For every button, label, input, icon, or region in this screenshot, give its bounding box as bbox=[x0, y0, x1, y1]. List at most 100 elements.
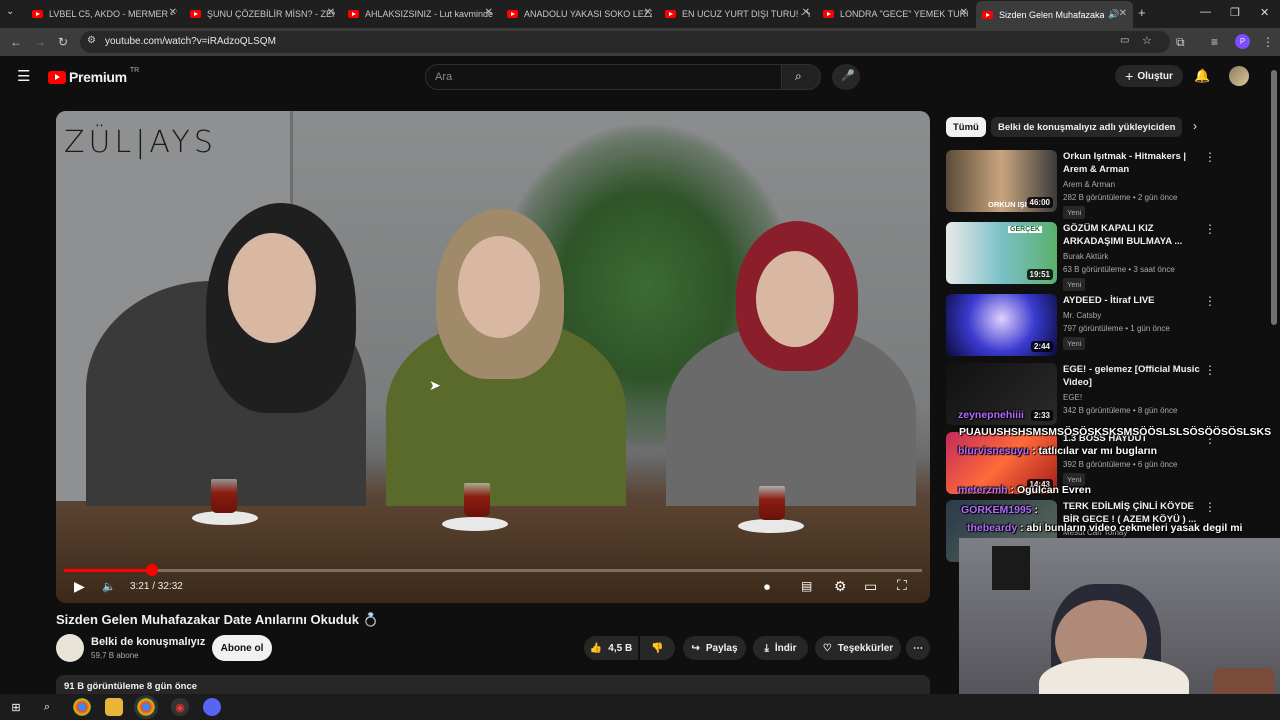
url-text: youtube.com/watch?v=iRAdzoQLSQM bbox=[105, 36, 276, 47]
tea-glass bbox=[759, 486, 785, 520]
notifications-bell-icon[interactable]: 🔔 bbox=[1194, 68, 1210, 84]
video-progress-bar[interactable] bbox=[64, 564, 922, 576]
dislike-button[interactable]: 👎 bbox=[640, 636, 675, 660]
close-tab-icon[interactable]: ✕ bbox=[960, 7, 968, 18]
fullscreen-icon[interactable]: ⛶ bbox=[897, 577, 907, 594]
share-button[interactable]: ↪ Paylaş bbox=[683, 636, 746, 660]
chat-message: meterzmh : Ogulcan Evren bbox=[958, 484, 1092, 496]
youtube-premium-logo[interactable]: Premium TR bbox=[48, 67, 139, 85]
youtube-favicon-icon bbox=[507, 10, 518, 18]
bookmark-star-icon[interactable]: ☆ bbox=[1142, 34, 1152, 47]
browser-tab[interactable]: LONDRA "GECE" YEMEK TURU! ✕ bbox=[823, 4, 968, 24]
page-scrollbar[interactable] bbox=[1271, 70, 1277, 325]
video-options-kebab-icon[interactable]: ⋮ bbox=[1204, 294, 1216, 308]
microphone-icon: 🎤 bbox=[841, 70, 855, 82]
download-button[interactable]: ⤓ İndir bbox=[753, 636, 808, 660]
account-avatar[interactable] bbox=[1229, 66, 1249, 86]
video-options-kebab-icon[interactable]: ⋮ bbox=[1204, 500, 1216, 514]
chat-message: PUAUUSHSHSMSMSÖSÖSKSKSMSÖÖSLSLSÖSÖÖSÖSLS… bbox=[959, 426, 1272, 438]
video-options-kebab-icon[interactable]: ⋮ bbox=[1204, 222, 1216, 236]
close-tab-icon[interactable]: ✕ bbox=[169, 7, 177, 18]
back-icon[interactable]: ← bbox=[10, 35, 22, 49]
more-actions-button[interactable]: ⋯ bbox=[906, 636, 930, 660]
forward-icon[interactable]: → bbox=[34, 35, 46, 49]
restore-icon[interactable]: ❐ bbox=[1230, 6, 1240, 19]
window-close-icon[interactable]: ✕ bbox=[1260, 6, 1269, 19]
thanks-button[interactable]: ♡ Teşekkürler bbox=[815, 636, 901, 660]
browser-tab-active[interactable]: Sizden Gelen Muhafazakar 🔊 ✕ bbox=[976, 1, 1133, 28]
video-thumbnail[interactable]: 2:44 bbox=[946, 294, 1057, 356]
channel-avatar[interactable] bbox=[56, 634, 84, 662]
site-info-icon[interactable]: ⚙ bbox=[87, 35, 96, 46]
video-options-kebab-icon[interactable]: ⋮ bbox=[1204, 150, 1216, 164]
profile-avatar[interactable]: P bbox=[1235, 34, 1250, 49]
audio-playing-icon[interactable]: 🔊 bbox=[1108, 9, 1119, 20]
like-button[interactable]: 👍 4,5 B bbox=[584, 636, 638, 660]
chip-all[interactable]: Tümü bbox=[946, 117, 986, 137]
taskbar-search-icon[interactable]: ⌕ bbox=[38, 698, 56, 716]
video-thumbnail[interactable]: ORKUN IŞI 46:00 bbox=[946, 150, 1057, 212]
youtube-favicon-icon bbox=[982, 10, 993, 19]
address-bar[interactable]: ⚙ youtube.com/watch?v=iRAdzoQLSQM ▭ ☆ bbox=[80, 31, 1170, 53]
video-thumbnail[interactable]: GERÇEK 19:51 bbox=[946, 222, 1057, 284]
subscribe-button[interactable]: Abone ol bbox=[212, 635, 272, 661]
chip-from-uploader[interactable]: Belki de konuşmalıyız adlı yükleyiciden bbox=[991, 117, 1183, 137]
theater-mode-icon[interactable]: ▭ bbox=[864, 578, 877, 595]
search-input[interactable]: Ara bbox=[425, 64, 783, 90]
thumbs-up-icon: 👍 bbox=[589, 642, 603, 654]
more-horizontal-icon: ⋯ bbox=[913, 642, 923, 654]
channel-watermark: ZÜL|AYS bbox=[64, 125, 217, 160]
channel-name[interactable]: Belki de konuşmalıyız bbox=[91, 636, 205, 648]
recommended-video[interactable]: GERÇEK 19:51 GÖZÜM KAPALI KIZ ARKADAŞIMI… bbox=[946, 222, 1266, 291]
recommended-video[interactable]: ORKUN IŞI 46:00 Orkun Işıtmak - Hitmaker… bbox=[946, 150, 1266, 219]
chat-message: blurvisnesuyu : tatlıcılar var mı buglar… bbox=[958, 445, 1157, 457]
chevron-right-icon[interactable]: › bbox=[1193, 119, 1197, 133]
close-tab-icon[interactable]: ✕ bbox=[802, 7, 810, 18]
obs-icon[interactable]: ◉ bbox=[171, 698, 189, 716]
recommended-video[interactable]: 2:44 AYDEED - İtiraf LIVE Mr. Catsby 797… bbox=[946, 294, 1266, 360]
search-button[interactable]: ⌕ bbox=[781, 64, 821, 90]
close-tab-icon[interactable]: ✕ bbox=[1119, 8, 1127, 19]
video-title: Sizden Gelen Muhafazakar Date Anılarını … bbox=[56, 612, 379, 627]
browser-tab[interactable]: AHLAKSIZSINIZ - Lut kavminde ✕ bbox=[348, 4, 493, 24]
youtube-logo-icon bbox=[48, 70, 66, 84]
time-display: 3:21 / 32:32 bbox=[130, 581, 183, 592]
browser-tab-strip: ⌄ LVBEL C5, AKDO - MERMER - Yo ✕ ŞUNU ÇÖZ… bbox=[0, 0, 1280, 28]
autoplay-toggle-icon[interactable]: ⏺ bbox=[764, 580, 770, 595]
play-icon[interactable]: ▶ bbox=[74, 578, 85, 595]
voice-search-button[interactable]: 🎤 bbox=[832, 64, 860, 90]
download-icon: ⤓ bbox=[764, 642, 769, 654]
close-tab-icon[interactable]: ✕ bbox=[327, 7, 335, 18]
subtitles-icon[interactable]: ▤ bbox=[801, 579, 812, 593]
file-explorer-icon[interactable] bbox=[105, 698, 123, 716]
tea-saucer bbox=[442, 517, 508, 531]
extensions-icon[interactable]: ⧉ bbox=[1176, 35, 1185, 50]
video-player[interactable]: ZÜL|AYS ▶ 🔈 3:21 / 32:32 ⏺ ▤ ⚙ ▭ ⛶ bbox=[56, 111, 930, 603]
browser-tab[interactable]: EN UCUZ YURT DIŞI TURU! - Yo ✕ bbox=[665, 4, 810, 24]
media-control-icon[interactable]: ≡ bbox=[1211, 35, 1218, 49]
hamburger-menu-icon[interactable]: ☰ bbox=[17, 67, 30, 85]
minimize-icon[interactable]: — bbox=[1200, 6, 1211, 18]
new-tab-icon[interactable]: + bbox=[1138, 5, 1146, 20]
discord-icon[interactable] bbox=[203, 698, 221, 716]
youtube-favicon-icon bbox=[348, 10, 359, 18]
windows-start-icon[interactable]: ⊞ bbox=[7, 698, 25, 716]
create-button[interactable]: + Oluştur bbox=[1115, 65, 1183, 87]
browser-tab[interactable]: ŞUNU ÇÖZEBİLİR MİSN? - ZEKA ✕ bbox=[190, 4, 335, 24]
menu-kebab-icon[interactable]: ⋮ bbox=[1262, 35, 1274, 49]
chrome-icon[interactable] bbox=[73, 698, 91, 716]
chrome-active-icon[interactable] bbox=[137, 698, 155, 716]
volume-icon[interactable]: 🔈 bbox=[102, 580, 116, 593]
close-tab-icon[interactable]: ✕ bbox=[644, 7, 652, 18]
tea-saucer bbox=[738, 519, 804, 533]
tab-search-icon[interactable]: ⌄ bbox=[6, 6, 14, 17]
browser-tab[interactable]: LVBEL C5, AKDO - MERMER - Yo ✕ bbox=[32, 4, 177, 24]
browser-tab[interactable]: ANADOLU YAKASI SOKO LEZZE ✕ bbox=[507, 4, 652, 24]
cast-icon[interactable]: ▭ bbox=[1120, 35, 1129, 46]
close-tab-icon[interactable]: ✕ bbox=[485, 7, 493, 18]
settings-gear-icon[interactable]: ⚙ bbox=[834, 578, 847, 595]
tea-saucer bbox=[192, 511, 258, 525]
reload-icon[interactable]: ↻ bbox=[58, 35, 68, 49]
youtube-favicon-icon bbox=[190, 10, 201, 18]
video-options-kebab-icon[interactable]: ⋮ bbox=[1204, 363, 1216, 377]
